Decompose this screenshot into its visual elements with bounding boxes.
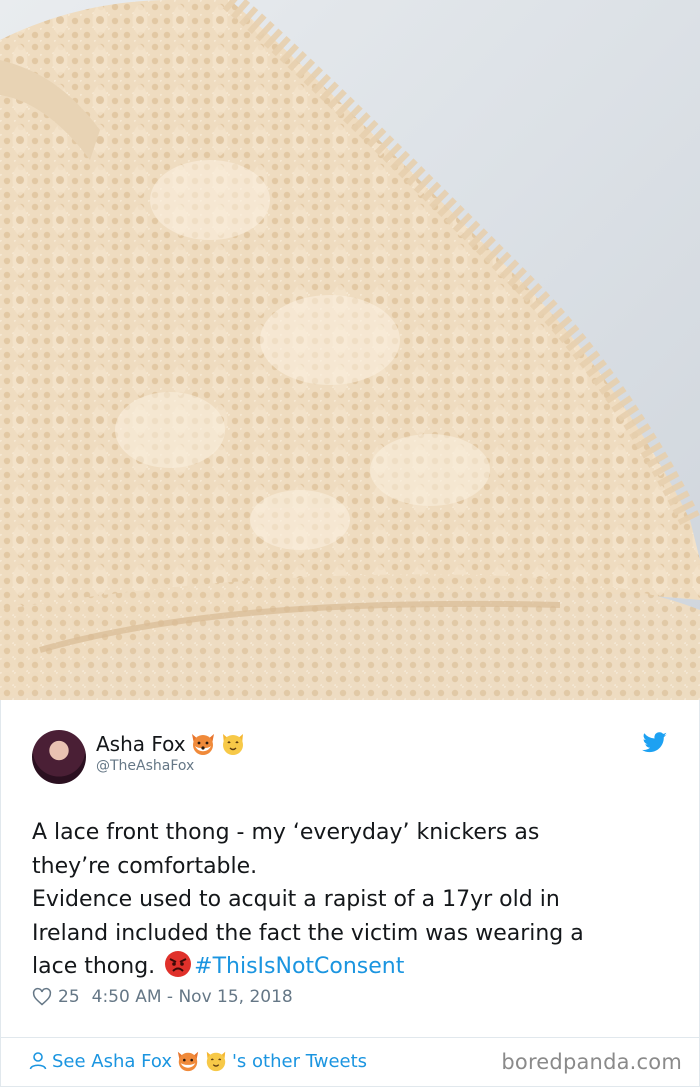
tweet-text: A lace front thong - my ‘everyday’ knick… bbox=[32, 816, 662, 984]
angry-face-icon bbox=[165, 951, 192, 977]
tweet-timestamp[interactable]: 4:50 AM - Nov 15, 2018 bbox=[92, 987, 293, 1007]
fox-face-icon bbox=[191, 734, 214, 755]
author-name[interactable]: Asha Fox bbox=[96, 732, 186, 756]
see-prefix[interactable]: See Asha Fox bbox=[52, 1051, 172, 1072]
author-name-row[interactable]: Asha Fox bbox=[96, 731, 246, 757]
tweet-text-line: Evidence used to acquit a rapist of a 17… bbox=[32, 887, 560, 912]
tweet-text-line: Ireland included the fact the victim was… bbox=[32, 920, 584, 946]
see-other-tweets-link[interactable]: See Asha Fox 's other Tweets bbox=[28, 1049, 367, 1073]
hashtag-link[interactable]: #ThisIsNotConsent bbox=[194, 954, 404, 979]
divider bbox=[0, 1037, 700, 1038]
tweet-text-line: they’re comfortable. bbox=[32, 853, 258, 879]
twitter-bird-icon[interactable] bbox=[642, 732, 668, 754]
avatar[interactable] bbox=[32, 730, 86, 784]
lace-garment-image bbox=[0, 0, 700, 700]
fox-face-icon bbox=[177, 1051, 199, 1072]
watermark: boredpanda.com bbox=[501, 1050, 682, 1074]
tweet-text-line: lace thong. bbox=[32, 954, 156, 979]
see-suffix[interactable]: 's other Tweets bbox=[232, 1051, 367, 1072]
cat-face-icon bbox=[222, 734, 243, 755]
tweet-text-line: A lace front thong - my ‘everyday’ knick… bbox=[32, 820, 540, 845]
cat-face-icon bbox=[206, 1051, 226, 1072]
tweet-meta: 25 4:50 AM - Nov 15, 2018 bbox=[32, 987, 293, 1007]
heart-icon[interactable] bbox=[32, 987, 52, 1007]
tweet-photo bbox=[0, 0, 700, 700]
tweet-text-last-line: lace thong. #ThisIsNotConsent bbox=[32, 950, 662, 984]
like-count: 25 bbox=[58, 987, 80, 1007]
author-handle[interactable]: @TheAshaFox bbox=[96, 758, 194, 774]
person-icon bbox=[29, 1052, 47, 1070]
